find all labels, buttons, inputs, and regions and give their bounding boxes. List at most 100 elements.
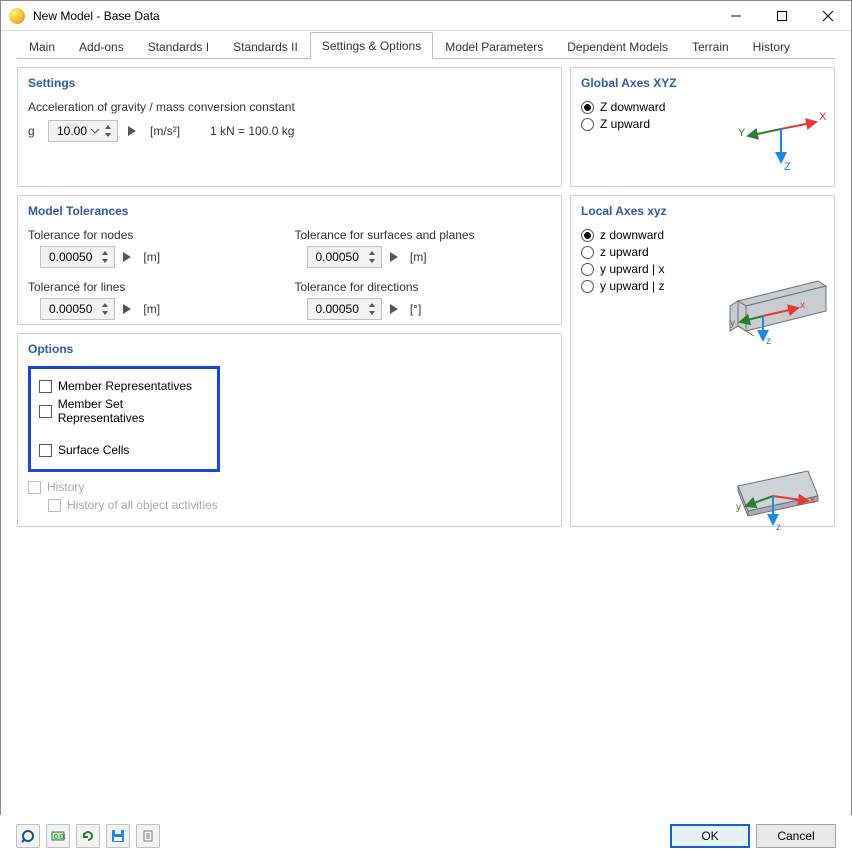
spin-up-icon[interactable] [367,301,377,309]
tab-dependent-models[interactable]: Dependent Models [555,33,680,59]
tab-model-parameters[interactable]: Model Parameters [433,33,555,59]
maximize-button[interactable] [759,1,805,31]
tab-settings-options[interactable]: Settings & Options [310,32,433,59]
g-symbol: g [28,124,42,138]
global-axes-title: Global Axes XYZ [581,76,824,90]
svg-text:x: x [800,300,805,311]
tab-addons[interactable]: Add-ons [67,33,136,59]
local-axes-title: Local Axes xyz [581,204,824,218]
settings-panel: Settings Acceleration of gravity / mass … [17,67,562,187]
tool-calc-icon[interactable] [16,824,40,848]
tab-terrain[interactable]: Terrain [680,33,741,59]
spin-up-icon[interactable] [100,249,110,257]
tolerance-directions-label: Tolerance for directions [295,280,419,294]
window-title: New Model - Base Data [33,9,713,23]
radio-z-upward[interactable] [581,118,594,131]
checkbox-history-all [48,499,61,512]
tolerance-lines: Tolerance for lines 0.00050 [m] [28,280,285,320]
svg-text:z: z [776,522,781,533]
label-local-z-up: z upward [600,245,649,259]
options-panel: Options Member Representatives Member Se… [17,333,562,527]
label-z-upward: Z upward [600,117,650,131]
radio-local-y-up-z[interactable] [581,280,594,293]
gravity-conversion: 1 kN = 100.0 kg [210,124,294,138]
tolerance-directions: Tolerance for directions 0.00050 [°] [295,280,552,320]
tolerances-title: Model Tolerances [28,204,551,218]
radio-local-y-up-x[interactable] [581,263,594,276]
chevron-down-icon [91,127,99,135]
options-title: Options [28,342,551,356]
spin-down-icon[interactable] [103,131,113,139]
radio-local-z-up[interactable] [581,246,594,259]
tolerance-nodes-label: Tolerance for nodes [28,228,133,242]
tool-clipboard-icon[interactable] [136,824,160,848]
svg-text:y: y [730,318,735,329]
tool-refresh-icon[interactable] [76,824,100,848]
close-button[interactable] [805,1,851,31]
tab-standards-1[interactable]: Standards I [136,33,221,59]
label-local-y-up-x: y upward | x [600,262,664,276]
apply-icon[interactable] [386,298,402,320]
tolerance-directions-spinner[interactable]: 0.00050 [307,298,382,320]
tab-history[interactable]: History [741,33,802,59]
settings-title: Settings [28,76,551,90]
tolerance-lines-spinner[interactable]: 0.00050 [40,298,115,320]
svg-text:y: y [736,502,741,513]
global-axes-panel: Global Axes XYZ Z downward Z upward X Y [570,67,835,187]
checkbox-surface-cells[interactable] [39,444,52,457]
tab-row: Main Add-ons Standards I Standards II Se… [1,31,851,59]
tolerances-panel: Model Tolerances Tolerance for nodes 0.0… [17,195,562,325]
plate-diagram: x y z [708,456,828,546]
tab-standards-2[interactable]: Standards II [221,33,310,59]
tolerance-nodes-spinner[interactable]: 0.00050 [40,246,115,268]
radio-z-downward[interactable] [581,101,594,114]
checkbox-member-set-rep[interactable] [39,405,52,418]
checkbox-member-rep[interactable] [39,380,52,393]
cancel-button[interactable]: Cancel [756,824,836,848]
spin-down-icon[interactable] [367,309,377,317]
titlebar: New Model - Base Data [1,1,851,31]
radio-local-z-down[interactable] [581,229,594,242]
apply-icon[interactable] [124,120,140,142]
spin-up-icon[interactable] [100,301,110,309]
svg-text:z: z [766,336,771,346]
tolerance-nodes: Tolerance for nodes 0.00050 [m] [28,228,285,268]
checkbox-history [28,481,41,494]
gravity-spinner[interactable]: 10.00 [48,120,118,142]
tolerance-surfaces-label: Tolerance for surfaces and planes [295,228,475,242]
app-icon [9,8,25,24]
footer: 0.00 OK Cancel [0,815,852,857]
label-z-downward: Z downward [600,100,665,114]
global-axes-diagram: X Y Z [736,104,826,174]
label-history: History [47,480,84,494]
tolerance-surfaces: Tolerance for surfaces and planes 0.0005… [295,228,552,268]
label-surface-cells: Surface Cells [58,443,129,457]
spin-down-icon[interactable] [367,257,377,265]
gravity-value: 10.00 [57,124,91,138]
svg-text:x: x [810,495,815,506]
spin-down-icon[interactable] [100,309,110,317]
label-local-y-up-z: y upward | z [600,279,664,293]
local-axes-panel: Local Axes xyz z downward z upward y upw… [570,195,835,527]
apply-icon[interactable] [119,298,135,320]
svg-text:Y: Y [738,127,746,139]
tool-save-icon[interactable] [106,824,130,848]
ok-button[interactable]: OK [670,824,750,848]
svg-text:X: X [819,111,826,123]
tab-main[interactable]: Main [17,33,67,59]
minimize-button[interactable] [713,1,759,31]
svg-text:0.00: 0.00 [54,834,65,841]
tolerance-surfaces-spinner[interactable]: 0.00050 [307,246,382,268]
label-member-set-rep: Member Set Representatives [58,397,209,425]
options-highlight: Member Representatives Member Set Repres… [28,366,220,472]
tolerance-lines-label: Tolerance for lines [28,280,125,294]
apply-icon[interactable] [386,246,402,268]
gravity-unit: [m/s²] [150,124,180,138]
label-history-all: History of all object activities [67,498,218,512]
spin-up-icon[interactable] [367,249,377,257]
tool-units-icon[interactable]: 0.00 [46,824,70,848]
spin-down-icon[interactable] [100,257,110,265]
svg-text:Z: Z [784,161,791,173]
spin-up-icon[interactable] [103,123,113,131]
apply-icon[interactable] [119,246,135,268]
